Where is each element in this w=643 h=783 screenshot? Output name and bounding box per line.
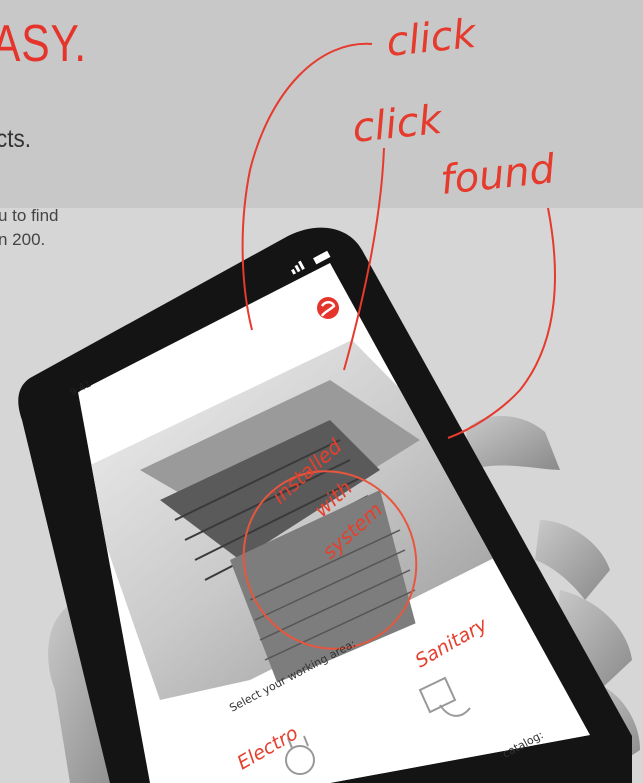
annotation-click-1: click (384, 11, 480, 66)
phone-illustration: 9:41 installed with system Select your w… (18, 11, 640, 783)
annotation-found: found (438, 146, 557, 204)
app-logo-icon (317, 297, 339, 319)
annotation-click-2: click (350, 97, 446, 152)
